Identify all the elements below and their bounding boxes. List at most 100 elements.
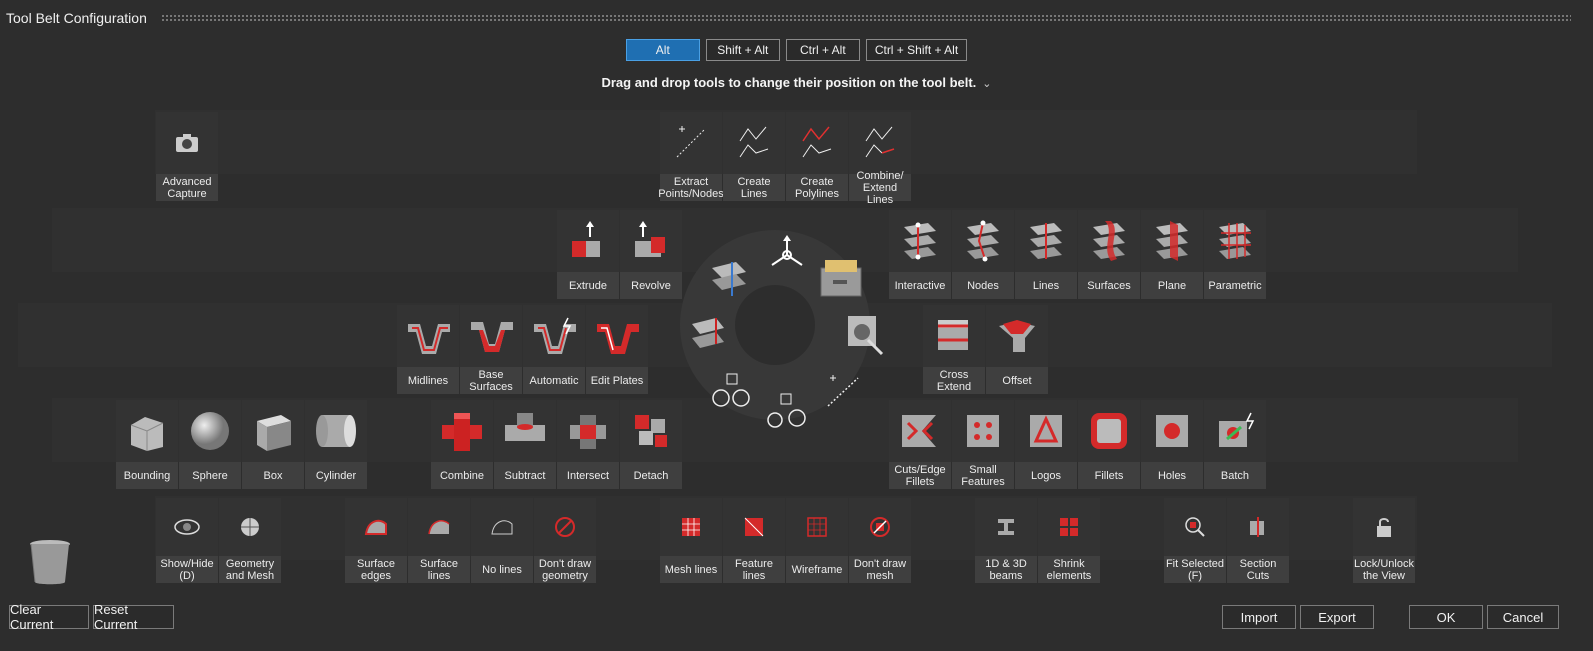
tool-label: Lines bbox=[1015, 272, 1077, 299]
circle-tool-icon[interactable] bbox=[707, 370, 755, 415]
tool-dont-draw-mesh[interactable]: Don't draw mesh bbox=[849, 498, 911, 583]
tool-automatic[interactable]: Automatic bbox=[523, 305, 585, 394]
cancel-button[interactable]: Cancel bbox=[1487, 605, 1559, 629]
revolve-icon bbox=[620, 210, 682, 272]
surface-edges-icon bbox=[345, 498, 407, 556]
no-lines-icon bbox=[471, 498, 533, 556]
tool-label: Batch bbox=[1204, 462, 1266, 489]
offset-icon bbox=[986, 305, 1048, 367]
tool-label: Surface lines bbox=[408, 556, 470, 583]
batch-icon bbox=[1204, 400, 1266, 462]
tool-section-cuts[interactable]: Section Cuts bbox=[1227, 498, 1289, 583]
tool-fit-selected[interactable]: Fit Selected (F) bbox=[1164, 498, 1226, 583]
export-button[interactable]: Export bbox=[1300, 605, 1374, 629]
split-lines-icon bbox=[1015, 210, 1077, 272]
tool-label: Plane bbox=[1141, 272, 1203, 299]
tool-batch[interactable]: Batch bbox=[1204, 400, 1266, 489]
tool-box[interactable]: Box bbox=[242, 400, 304, 489]
chevron-down-icon[interactable]: ⌄ bbox=[982, 78, 991, 90]
tool-advanced-capture[interactable]: Advanced Capture bbox=[156, 112, 218, 201]
tool-label: Advanced Capture bbox=[156, 174, 218, 201]
lock-icon bbox=[1353, 498, 1415, 556]
tool-lines[interactable]: Lines bbox=[1015, 210, 1077, 299]
tool-parametric[interactable]: Parametric bbox=[1204, 210, 1266, 299]
tab-shift-alt[interactable]: Shift + Alt bbox=[705, 39, 780, 61]
no-draw-mesh-icon bbox=[849, 498, 911, 556]
tool-bounding[interactable]: Bounding bbox=[116, 400, 178, 489]
holes-icon bbox=[1141, 400, 1203, 462]
tool-surfaces[interactable]: Surfaces bbox=[1078, 210, 1140, 299]
tool-midlines[interactable]: Midlines bbox=[397, 305, 459, 394]
tool-revolve[interactable]: Revolve bbox=[620, 210, 682, 299]
tool-holes[interactable]: Holes bbox=[1141, 400, 1203, 489]
ok-button[interactable]: OK bbox=[1409, 605, 1483, 629]
midsurface-icon[interactable] bbox=[706, 258, 752, 305]
tool-subtract[interactable]: Subtract bbox=[494, 400, 556, 489]
extract-points-icon bbox=[660, 112, 722, 174]
tool-label: Logos bbox=[1015, 462, 1077, 489]
tool-geometry-mesh[interactable]: Geometry and Mesh bbox=[219, 498, 281, 583]
tool-create-lines[interactable]: Create Lines bbox=[723, 112, 785, 201]
reset-current-button[interactable]: Reset Current bbox=[93, 602, 174, 632]
tool-shrink-elements[interactable]: Shrink elements bbox=[1038, 498, 1100, 583]
trash-icon[interactable] bbox=[28, 538, 72, 586]
surface-stack-icon[interactable] bbox=[686, 314, 730, 361]
tool-label: Fit Selected (F) bbox=[1164, 556, 1226, 583]
tool-1d-3d-beams[interactable]: 1D & 3D beams bbox=[975, 498, 1037, 583]
move-icon[interactable] bbox=[764, 233, 810, 278]
tool-extrude[interactable]: Extrude bbox=[557, 210, 619, 299]
tool-cross-extend[interactable]: Cross Extend bbox=[923, 305, 985, 394]
tab-ctrl-shift-alt[interactable]: Ctrl + Shift + Alt bbox=[865, 39, 968, 61]
edit-plates-icon bbox=[586, 305, 648, 367]
mesh-lines-icon bbox=[660, 498, 722, 556]
tool-no-lines[interactable]: No lines bbox=[471, 498, 533, 583]
tool-surface-lines[interactable]: Surface lines bbox=[408, 498, 470, 583]
tool-cuts-edge-fillets[interactable]: Cuts/Edge Fillets bbox=[889, 400, 951, 489]
tool-label: Combine/ Extend Lines bbox=[849, 170, 911, 206]
tool-label: Cuts/Edge Fillets bbox=[889, 462, 951, 489]
tool-dont-draw-geometry[interactable]: Don't draw geometry bbox=[534, 498, 596, 583]
boolean-intersect-icon bbox=[557, 400, 619, 462]
tool-label: Section Cuts bbox=[1227, 556, 1289, 583]
tool-label: Offset bbox=[986, 367, 1048, 394]
tool-interactive[interactable]: Interactive bbox=[889, 210, 951, 299]
line-points-icon[interactable] bbox=[824, 370, 864, 413]
tool-lock-unlock-view[interactable]: Lock/Unlock the View bbox=[1353, 498, 1415, 583]
tool-cylinder[interactable]: Cylinder bbox=[305, 400, 367, 489]
tool-base-surfaces[interactable]: Base Surfaces bbox=[460, 305, 522, 394]
tool-label: Cylinder bbox=[305, 462, 367, 489]
split-parametric-icon bbox=[1204, 210, 1266, 272]
tool-sphere[interactable]: Sphere bbox=[179, 400, 241, 489]
geometry-mesh-icon bbox=[219, 498, 281, 556]
tool-detach[interactable]: Detach bbox=[620, 400, 682, 489]
tool-label: Extrude bbox=[557, 272, 619, 299]
create-lines-icon bbox=[723, 112, 785, 174]
circle-tool-2-icon[interactable] bbox=[763, 390, 811, 435]
import-button[interactable]: Import bbox=[1222, 605, 1296, 629]
tool-small-features[interactable]: Small Features bbox=[952, 400, 1014, 489]
tool-mesh-lines[interactable]: Mesh lines bbox=[660, 498, 722, 583]
tool-combine[interactable]: Combine bbox=[431, 400, 493, 489]
tool-plane[interactable]: Plane bbox=[1141, 210, 1203, 299]
tab-alt[interactable]: Alt bbox=[625, 39, 700, 61]
tab-ctrl-alt[interactable]: Ctrl + Alt bbox=[785, 39, 860, 61]
tool-offset[interactable]: Offset bbox=[986, 305, 1048, 394]
section-tool-icon[interactable] bbox=[838, 310, 886, 361]
cabinet-icon[interactable] bbox=[817, 258, 867, 305]
clear-current-button[interactable]: Clear Current bbox=[9, 602, 89, 632]
tool-intersect[interactable]: Intersect bbox=[557, 400, 619, 489]
tool-nodes[interactable]: Nodes bbox=[952, 210, 1014, 299]
tool-feature-lines[interactable]: Feature lines bbox=[723, 498, 785, 583]
tool-combine-extend-lines[interactable]: Combine/ Extend Lines bbox=[849, 112, 911, 206]
tool-wireframe[interactable]: Wireframe bbox=[786, 498, 848, 583]
tool-fillets[interactable]: Fillets bbox=[1078, 400, 1140, 489]
tool-surface-edges[interactable]: Surface edges bbox=[345, 498, 407, 583]
tool-label: Parametric bbox=[1204, 272, 1266, 299]
tool-logos[interactable]: Logos bbox=[1015, 400, 1077, 489]
tool-label: Create Lines bbox=[723, 174, 785, 201]
tool-create-polylines[interactable]: Create Polylines bbox=[786, 112, 848, 201]
tool-extract-points-nodes[interactable]: Extract Points/Nodes bbox=[658, 112, 724, 201]
tool-show-hide[interactable]: Show/Hide (D) bbox=[156, 498, 218, 583]
drag-grip[interactable] bbox=[160, 14, 1571, 22]
tool-edit-plates[interactable]: Edit Plates bbox=[586, 305, 648, 394]
